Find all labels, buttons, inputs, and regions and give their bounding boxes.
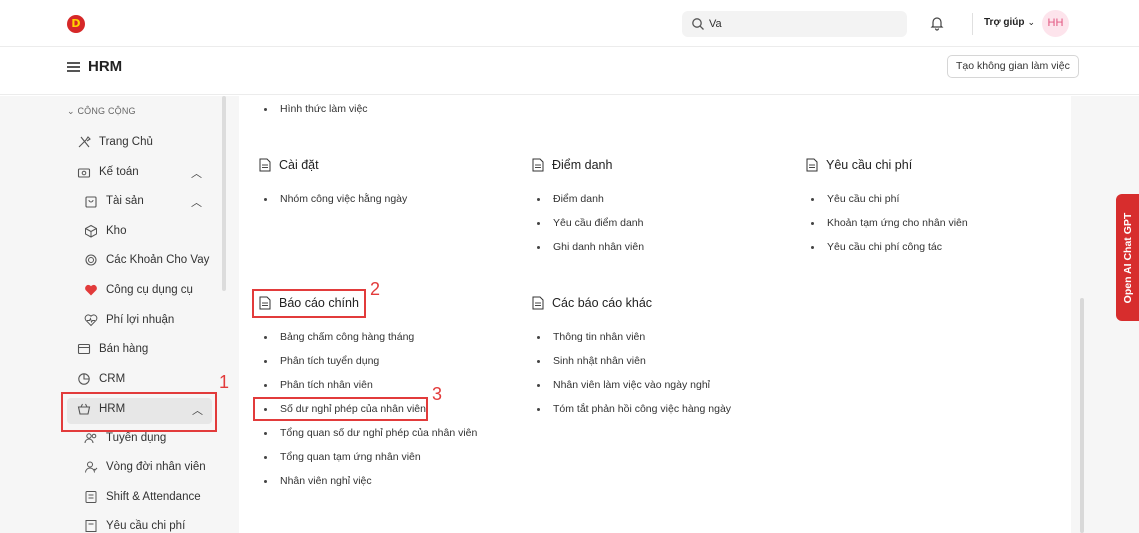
menu-icon[interactable]	[67, 62, 80, 72]
register-icon	[77, 168, 91, 178]
sidebar-item-expense-claim[interactable]: Yêu cầu chi phí	[84, 515, 224, 533]
highlight-box-hrm	[61, 392, 217, 432]
pie-icon	[78, 373, 90, 385]
sidebar-item-employee-lifecycle[interactable]: Vòng đời nhân viên	[84, 456, 214, 478]
sidebar-item-label: CRM	[99, 373, 126, 385]
sidebar-item-label: Tài sản	[106, 195, 144, 207]
sidebar-item-tai-san[interactable]: Tài sản ︿	[84, 190, 202, 212]
document-icon	[259, 158, 271, 172]
coin-icon	[85, 254, 97, 266]
sidebar-item-label: Tuyển dụng	[106, 432, 167, 444]
sidebar-item-label: Trang Chủ	[99, 136, 153, 148]
annotation-number: 2	[370, 279, 381, 299]
highlight-box-leave-balance	[253, 397, 428, 421]
search-input[interactable]: Va	[682, 11, 907, 37]
section-label-text: CÔNG CỘNG	[77, 106, 136, 116]
link-item[interactable]: Tóm tắt phản hồi công việc hàng ngày	[536, 403, 731, 415]
section-title-settings: Cài đặt	[259, 158, 319, 172]
sidebar-item-label: Bán hàng	[99, 343, 149, 355]
link-item[interactable]: Yêu cầu chi phí	[810, 193, 899, 205]
chevron-up-icon: ︿	[191, 168, 202, 180]
document-icon	[806, 158, 818, 172]
highlight-box-main-reports	[252, 289, 366, 318]
sidebar-item-label: Shift & Attendance	[106, 491, 201, 503]
link-item[interactable]: Phân tích tuyển dụng	[263, 355, 379, 367]
help-label: Trợ giúp	[984, 17, 1025, 28]
link-item[interactable]: Ghi danh nhân viên	[536, 241, 644, 253]
sidebar-item-sales[interactable]: Bán hàng	[77, 338, 207, 360]
avatar[interactable]: HH	[1042, 10, 1069, 37]
sidebar-item-trang-chu[interactable]: Trang Chủ	[77, 131, 212, 153]
link-item[interactable]: Bảng chấm công hàng tháng	[263, 331, 414, 343]
sidebar-item-label: Kế toán	[99, 166, 139, 178]
help-dropdown[interactable]: Trợ giúp ⌄	[984, 17, 1035, 28]
heart-icon	[85, 284, 97, 296]
sidebar-item-label: Các Khoản Cho Vay	[106, 254, 210, 266]
search-value: Va	[709, 18, 722, 30]
chevron-down-icon: ⌄	[67, 106, 78, 116]
link-item[interactable]: Yêu cầu điểm danh	[536, 217, 643, 229]
section-title-other-reports: Các báo cáo khác	[532, 296, 652, 310]
sidebar-item-label: Công cụ dụng cụ	[106, 284, 193, 296]
section-title-text: Yêu cầu chi phí	[826, 158, 913, 172]
sidebar-item-label: Kho	[106, 225, 127, 237]
sidebar-item-label: Phí lợi nhuận	[106, 314, 175, 326]
users-icon	[84, 433, 97, 444]
page-title: HRM	[88, 58, 123, 75]
section-title-text: Điểm danh	[552, 158, 613, 172]
sidebar-scrollbar[interactable]	[222, 96, 226, 291]
link-item[interactable]: Yêu cầu chi phí công tác	[811, 241, 942, 253]
link-item[interactable]: Thông tin nhân viên	[536, 331, 645, 343]
sidebar-item-ke-toan[interactable]: Kế toán ︿	[77, 161, 202, 183]
document-icon	[532, 296, 544, 310]
sidebar-item-kho[interactable]: Kho	[84, 220, 202, 242]
link-item[interactable]: Phân tích nhân viên	[264, 379, 373, 391]
card-icon	[77, 343, 91, 355]
link-work-mode[interactable]: Hình thức làm việc	[264, 103, 368, 115]
document-icon	[532, 158, 544, 172]
link-item[interactable]: Điểm danh	[537, 193, 604, 205]
section-title-text: Cài đặt	[279, 158, 319, 172]
chevron-down-icon: ⌄	[1027, 17, 1035, 27]
sidebar-item-label: Yêu cầu chi phí	[106, 520, 186, 532]
page-header: HRM Tạo không gian làm việc	[0, 47, 1139, 95]
chevron-up-icon: ︿	[191, 197, 202, 209]
section-title-expense: Yêu cầu chi phí	[806, 158, 912, 172]
sidebar-item-crm[interactable]: CRM	[77, 368, 207, 390]
sidebar-section-label[interactable]: ⌄ CÔNG CỘNG	[67, 106, 136, 117]
receipt-icon	[85, 520, 97, 532]
link-item[interactable]: Tổng quan tạm ứng nhân viên	[264, 451, 421, 463]
heartbeat-icon	[84, 314, 98, 327]
link-item[interactable]: Khoản tạm ứng cho nhân viên	[811, 217, 968, 229]
content-scrollbar[interactable]	[1080, 298, 1084, 533]
box-icon	[85, 224, 97, 238]
section-title-text: Các báo cáo khác	[552, 296, 653, 310]
annotation-number: 3	[432, 384, 443, 404]
link-item[interactable]: Nhóm công việc hằng ngày	[263, 193, 407, 205]
tools-icon	[78, 136, 91, 148]
link-item[interactable]: Sinh nhật nhân viên	[537, 355, 646, 367]
side-tab-label: Open AI Chat GPT	[1121, 212, 1134, 303]
search-icon	[692, 18, 704, 30]
link-item[interactable]: Tổng quan số dư nghỉ phép của nhân viên	[263, 427, 477, 439]
bell-icon[interactable]	[929, 15, 945, 31]
divider	[972, 13, 973, 35]
link-item[interactable]: Nhân viên nghỉ việc	[264, 475, 372, 487]
list-icon	[85, 491, 97, 503]
sidebar-item-shift-attendance[interactable]: Shift & Attendance	[84, 486, 224, 508]
annotation-number: 1	[219, 372, 230, 392]
sidebar-item-loans[interactable]: Các Khoản Cho Vay	[84, 249, 214, 271]
open-ai-chat-gpt-tab[interactable]: Open AI Chat GPT	[1116, 194, 1139, 321]
app-logo[interactable]: D	[67, 15, 85, 33]
sidebar-item-label: Vòng đời nhân viên	[106, 461, 206, 473]
bag-icon	[85, 196, 97, 208]
sidebar-item-profit-fee[interactable]: Phí lợi nhuận	[84, 309, 214, 331]
top-navbar: D Va Trợ giúp ⌄ HH	[0, 0, 1139, 47]
user-icon	[85, 461, 98, 473]
sidebar-item-tools[interactable]: Công cụ dụng cụ	[84, 279, 214, 301]
create-workspace-button[interactable]: Tạo không gian làm việc	[947, 55, 1079, 78]
link-item[interactable]: Nhân viên làm việc vào ngày nghỉ	[536, 379, 710, 391]
section-title-attendance: Điểm danh	[532, 158, 612, 172]
